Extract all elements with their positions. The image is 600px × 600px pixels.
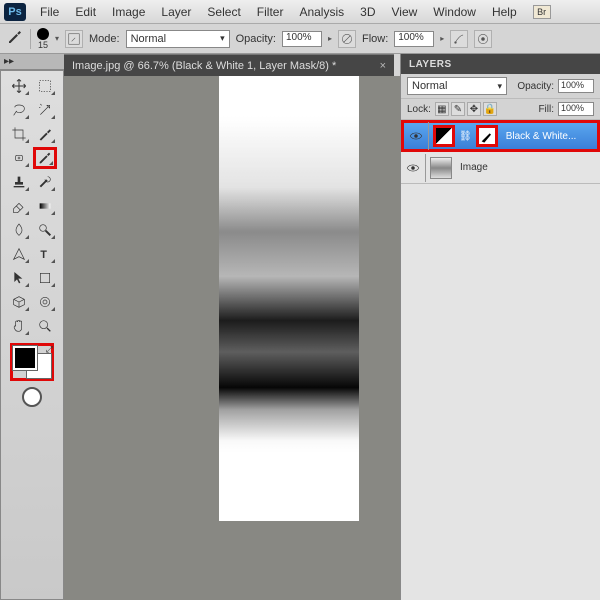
document-title: Image.jpg @ 66.7% (Black & White 1, Laye…	[72, 60, 336, 72]
brush-dot-icon	[37, 28, 49, 40]
lock-pixels-icon[interactable]: ✎	[451, 102, 465, 116]
menu-3d[interactable]: 3D	[352, 2, 383, 22]
fill-label: Fill:	[538, 104, 554, 115]
shape-tool[interactable]	[33, 267, 57, 289]
document-area: Image.jpg @ 66.7% (Black & White 1, Laye…	[64, 54, 400, 600]
gradient-tool[interactable]	[33, 195, 57, 217]
eraser-tool[interactable]	[7, 195, 31, 217]
lasso-tool[interactable]	[7, 99, 31, 121]
svg-text:T: T	[40, 249, 47, 261]
menu-help[interactable]: Help	[484, 2, 525, 22]
tablet-opacity-icon[interactable]	[338, 30, 356, 48]
document-tab[interactable]: Image.jpg @ 66.7% (Black & White 1, Laye…	[64, 54, 394, 76]
menu-layer[interactable]: Layer	[153, 2, 199, 22]
menu-analysis[interactable]: Analysis	[291, 2, 352, 22]
layer-thumb[interactable]	[430, 157, 452, 179]
type-tool[interactable]: T	[33, 243, 57, 265]
quick-mask-toggle[interactable]	[22, 387, 42, 407]
app-logo: Ps	[4, 3, 26, 21]
eyedropper-tool[interactable]	[33, 123, 57, 145]
tools-panel: T ⤢	[0, 70, 64, 600]
link-icon: ⛓	[459, 131, 472, 142]
healing-tool[interactable]	[7, 147, 31, 169]
chevron-down-icon[interactable]: ▸	[328, 34, 332, 43]
menu-select[interactable]: Select	[199, 2, 248, 22]
menu-filter[interactable]: Filter	[249, 2, 292, 22]
canvas[interactable]	[64, 76, 400, 600]
mode-label: Mode:	[89, 33, 120, 45]
crop-tool[interactable]	[7, 123, 31, 145]
layer-name[interactable]: Image	[460, 162, 488, 173]
brush-panel-toggle[interactable]	[65, 30, 83, 48]
menu-image[interactable]: Image	[104, 2, 153, 22]
layer-blend-mode-select[interactable]: Normal	[407, 77, 507, 95]
layer-opacity-label: Opacity:	[517, 81, 554, 92]
history-brush-tool[interactable]	[33, 171, 57, 193]
hand-tool[interactable]	[7, 315, 31, 337]
stamp-tool[interactable]	[7, 171, 31, 193]
menu-window[interactable]: Window	[425, 2, 484, 22]
brush-tool[interactable]	[33, 147, 57, 169]
menu-view[interactable]: View	[383, 2, 425, 22]
wand-tool[interactable]	[33, 99, 57, 121]
layer-name[interactable]: Black & White...	[506, 131, 577, 142]
menu-bar: Ps File Edit Image Layer Select Filter A…	[0, 0, 600, 24]
lock-label: Lock:	[407, 104, 431, 115]
3d-camera-tool[interactable]	[33, 291, 57, 313]
canvas-image	[219, 76, 359, 521]
airbrush-icon[interactable]	[450, 30, 468, 48]
layers-panel: LAYERS Normal Opacity: 100% Lock: ▦ ✎ ✥ …	[400, 54, 600, 600]
opacity-label: Opacity:	[236, 33, 276, 45]
brush-size-preview[interactable]: 15	[37, 28, 49, 50]
dodge-tool[interactable]	[33, 219, 57, 241]
layer-row-bw[interactable]: ⛓ Black & White...	[401, 120, 600, 152]
lock-transparency-icon[interactable]: ▦	[435, 102, 449, 116]
blend-mode-select[interactable]: Normal	[126, 30, 230, 48]
layer-visibility-toggle[interactable]	[405, 160, 421, 176]
path-select-tool[interactable]	[7, 267, 31, 289]
tablet-size-icon[interactable]	[474, 30, 492, 48]
bridge-icon[interactable]: Br	[533, 5, 551, 19]
layers-panel-title[interactable]: LAYERS	[401, 54, 600, 74]
pen-tool[interactable]	[7, 243, 31, 265]
layer-visibility-toggle[interactable]	[408, 128, 424, 144]
brush-tool-indicator[interactable]	[6, 28, 24, 49]
flow-label: Flow:	[362, 33, 388, 45]
marquee-tool[interactable]	[33, 75, 57, 97]
mask-thumb[interactable]	[476, 125, 498, 147]
opacity-input[interactable]: 100%	[282, 31, 322, 47]
options-bar: 15 ▾ Mode: Normal Opacity: 100% ▸ Flow: …	[0, 24, 600, 54]
layer-list: ⛓ Black & White... Image	[401, 120, 600, 600]
move-tool[interactable]	[7, 75, 31, 97]
zoom-tool[interactable]	[33, 315, 57, 337]
3d-tool[interactable]	[7, 291, 31, 313]
brush-size-value: 15	[38, 40, 48, 50]
divider	[30, 29, 31, 49]
flow-input[interactable]: 100%	[394, 31, 434, 47]
foreground-color[interactable]	[13, 346, 37, 370]
close-icon[interactable]: ×	[380, 60, 386, 72]
layer-opacity-input[interactable]: 100%	[558, 79, 594, 93]
adjustment-thumb[interactable]	[433, 125, 455, 147]
color-swatches[interactable]: ⤢	[10, 343, 54, 381]
fill-input[interactable]: 100%	[558, 102, 594, 116]
tools-tab-marker[interactable]: ▸▸	[0, 54, 64, 70]
blur-tool[interactable]	[7, 219, 31, 241]
layer-row-image[interactable]: Image	[401, 152, 600, 184]
chevron-down-icon[interactable]: ▾	[55, 34, 59, 43]
lock-all-icon[interactable]: 🔒	[483, 102, 497, 116]
lock-position-icon[interactable]: ✥	[467, 102, 481, 116]
menu-edit[interactable]: Edit	[67, 2, 104, 22]
chevron-down-icon[interactable]: ▸	[440, 34, 444, 43]
menu-file[interactable]: File	[32, 2, 67, 22]
